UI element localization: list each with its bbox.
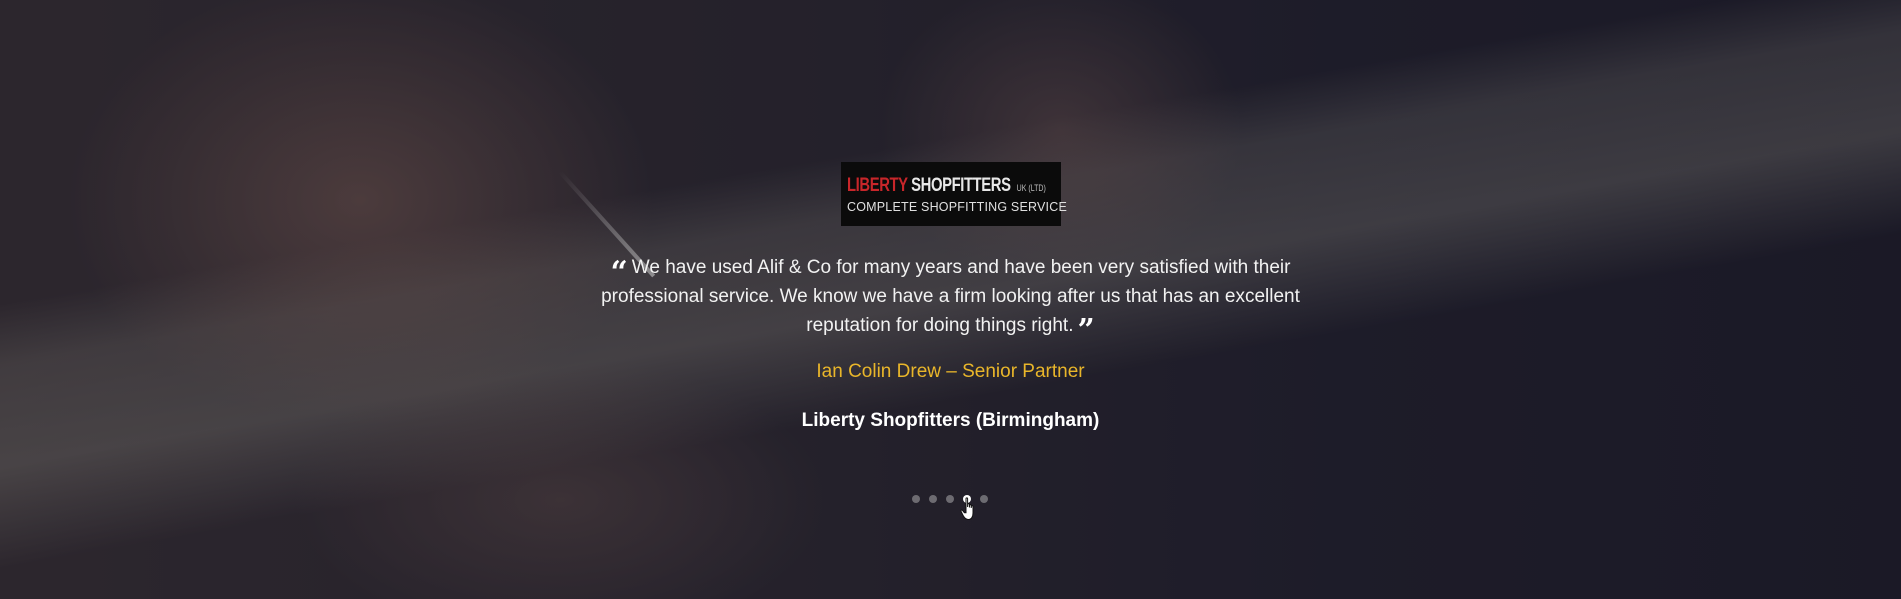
carousel-dot[interactable] xyxy=(980,495,988,503)
hand-pointer-icon xyxy=(960,497,974,521)
logo-tagline: COMPLETE SHOPFITTING SERVICE xyxy=(847,200,1067,214)
client-logo: LIBERTY SHOPFITTERS UK (LTD) COMPLETE SH… xyxy=(841,162,1067,226)
logo-suffix: UK (LTD) xyxy=(1016,183,1046,193)
quote-text: We have used Alif & Co for many years an… xyxy=(601,257,1300,336)
carousel-dot[interactable] xyxy=(912,495,920,503)
carousel-dot[interactable] xyxy=(946,495,954,503)
quote-open-icon: “ xyxy=(610,255,628,290)
testimonial-quote: “We have used Alif & Co for many years a… xyxy=(560,253,1341,346)
quote-close-icon: ” xyxy=(1077,313,1095,348)
testimonial-company: Liberty Shopfitters (Birmingham) xyxy=(801,410,1100,431)
logo-word-shopfitters: SHOPFITTERS xyxy=(911,175,1011,196)
testimonial-content: LIBERTY SHOPFITTERS UK (LTD) COMPLETE SH… xyxy=(0,0,1901,599)
testimonial-section: LIBERTY SHOPFITTERS UK (LTD) COMPLETE SH… xyxy=(0,0,1901,599)
logo-word-liberty: LIBERTY xyxy=(847,175,908,196)
logo-wordmark: LIBERTY SHOPFITTERS UK (LTD) xyxy=(847,175,1046,198)
testimonial-author: Ian Colin Drew – Senior Partner xyxy=(816,361,1085,382)
carousel-dot[interactable] xyxy=(929,495,937,503)
